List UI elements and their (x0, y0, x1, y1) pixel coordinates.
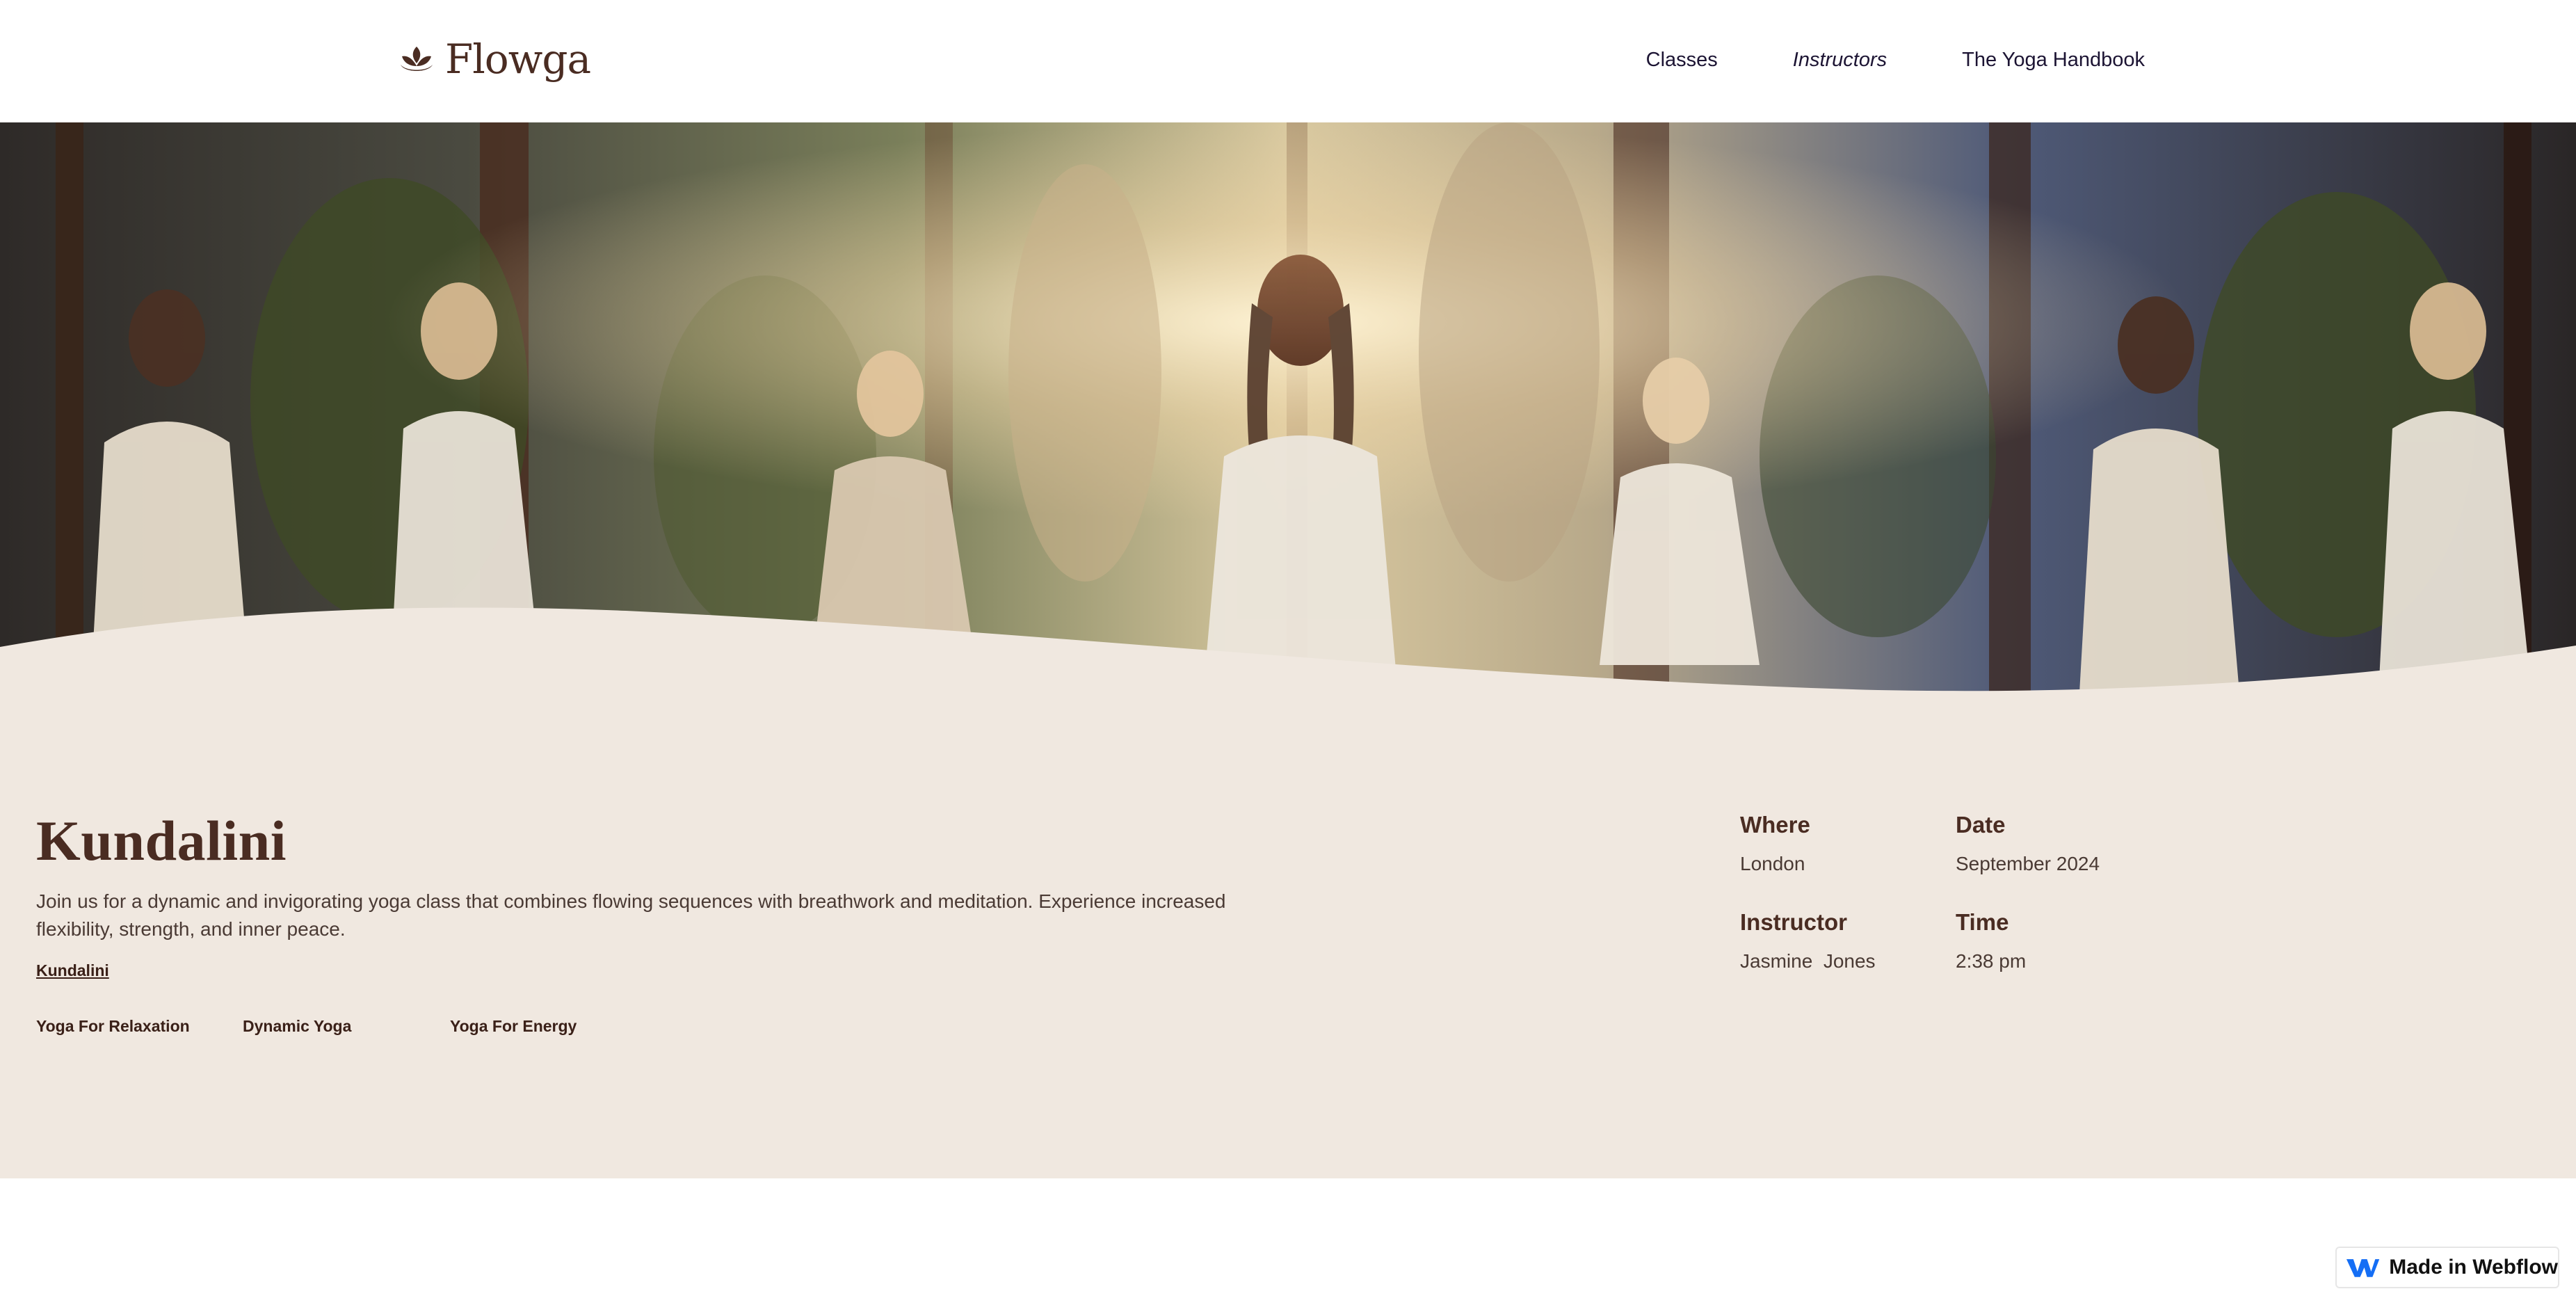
instructor-label: Instructor (1740, 909, 1848, 935)
badge-label: Made in Webflow (2389, 1256, 2558, 1279)
class-title: Kundalini (36, 809, 287, 872)
hero-image (0, 122, 2576, 693)
instructor-value: Jasmine Jones (1740, 950, 1876, 972)
tag-yoga-for-energy[interactable]: Yoga For Energy (450, 1016, 577, 1036)
hero-photo (0, 122, 2576, 693)
meta-time: Time 2:38 pm (1956, 908, 2164, 974)
tag-dynamic-yoga[interactable]: Dynamic Yoga (243, 1016, 351, 1036)
where-label: Where (1740, 812, 1810, 838)
nav-classes[interactable]: Classes (1646, 46, 1718, 74)
where-value: London (1740, 853, 1805, 874)
main-nav: Classes Instructors The Yoga Handbook (1646, 46, 2145, 74)
made-in-webflow-badge[interactable]: Made in Webflow (2335, 1247, 2559, 1288)
class-category-link[interactable]: Kundalini (36, 960, 109, 981)
date-label: Date (1956, 812, 2006, 838)
tag-yoga-for-relaxation[interactable]: Yoga For Relaxation (36, 1016, 190, 1036)
site-logo[interactable]: Flowga (399, 35, 591, 83)
date-value: September 2024 (1956, 853, 2100, 874)
logo-wordmark: Flowga (445, 35, 591, 83)
site-header: Flowga Classes Instructors The Yoga Hand… (0, 0, 2576, 122)
meta-instructor: Instructor Jasmine Jones (1740, 908, 1949, 974)
time-value: 2:38 pm (1956, 950, 2027, 972)
class-description: Join us for a dynamic and invigorating y… (36, 890, 1226, 940)
nav-instructors[interactable]: Instructors (1793, 46, 1887, 74)
meta-where: Where London (1740, 811, 1949, 876)
class-details-section: Kundalini Join us for a dynamic and invi… (0, 693, 2576, 1178)
lotus-icon (401, 47, 433, 71)
meta-date: Date September 2024 (1956, 811, 2164, 876)
webflow-icon (2346, 1259, 2380, 1277)
nav-yoga-handbook[interactable]: The Yoga Handbook (1962, 46, 2145, 74)
time-label: Time (1956, 909, 2009, 935)
